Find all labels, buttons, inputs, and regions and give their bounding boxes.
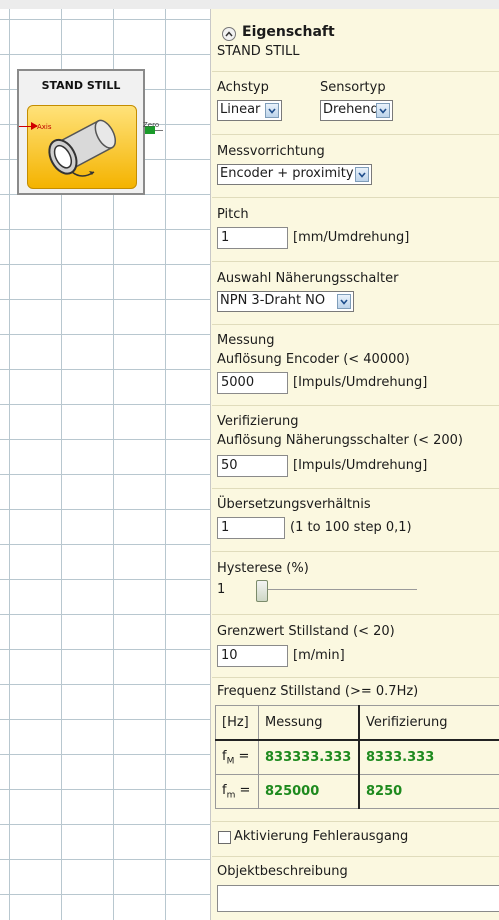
fehlerausgang-label: Aktivierung Fehlerausgang <box>234 829 409 844</box>
naeherung-select[interactable]: NPN 3-Draht NO <box>217 291 354 312</box>
panel-header: Eigenschaft <box>242 24 335 40</box>
achstyp-select[interactable]: Linear <box>217 100 282 121</box>
objekt-label: Objektbeschreibung <box>217 864 348 879</box>
table-header-messung: Messung <box>258 705 360 741</box>
collapse-button[interactable] <box>222 27 236 41</box>
divider <box>212 551 499 552</box>
pitch-label: Pitch <box>217 207 249 222</box>
zero-output-label: Zero <box>143 121 160 129</box>
sensortyp-value: Drehend <box>323 102 379 117</box>
achstyp-value: Linear <box>220 102 261 117</box>
messvorrichtung-label: Messvorrichtung <box>217 144 325 159</box>
messung-label: Messung <box>217 333 275 348</box>
divider <box>212 134 499 135</box>
block-title: STAND STILL <box>41 79 121 92</box>
cylinder-icon <box>48 119 117 177</box>
naeherung-res-input[interactable]: 50 <box>217 455 288 477</box>
divider <box>212 677 499 678</box>
hysterese-label: Hysterese (%) <box>217 561 309 576</box>
chevron-down-icon[interactable] <box>337 294 351 309</box>
f-min-messung: 825000 <box>258 774 360 809</box>
encoder-input[interactable]: 5000 <box>217 372 288 394</box>
f-min-label: fm = <box>215 774 259 809</box>
grenzwert-unit: [m/min] <box>293 648 345 663</box>
divider <box>212 197 499 198</box>
chevron-down-icon[interactable] <box>376 103 390 118</box>
fehlerausgang-checkbox[interactable] <box>218 831 231 844</box>
f-max-verifizierung: 8333.333 <box>358 739 499 775</box>
chevron-down-icon[interactable] <box>355 167 369 182</box>
table-row: fm = 825000 8250 <box>215 774 499 809</box>
divider <box>212 71 499 72</box>
messvorrichtung-value: Encoder + proximity <box>220 166 354 181</box>
divider <box>212 488 499 489</box>
uebersetzung-input[interactable]: 1 <box>217 517 285 539</box>
table-header-hz: [Hz] <box>215 705 259 741</box>
chevron-up-icon <box>225 31 233 37</box>
table-header-verifizierung: Verifizierung <box>358 705 499 741</box>
divider <box>212 856 499 857</box>
frequenz-label: Frequenz Stillstand (>= 0.7Hz) <box>217 684 419 699</box>
uebersetzung-unit: (1 to 100 step 0,1) <box>290 520 412 535</box>
objekt-textarea[interactable] <box>217 885 499 912</box>
hysterese-slider-track[interactable] <box>262 589 417 590</box>
axis-input-label: Axis <box>37 123 52 131</box>
encoder-label: Auflösung Encoder (< 40000) <box>217 352 410 367</box>
divider <box>212 614 499 615</box>
table-row: fM = 833333.333 8333.333 <box>215 739 499 775</box>
divider <box>212 821 499 822</box>
zero-output-line <box>155 130 163 131</box>
divider <box>212 324 499 325</box>
naeherung-label: Auswahl Näherungsschalter <box>217 271 399 286</box>
pitch-unit: [mm/Umdrehung] <box>293 230 410 245</box>
stand-still-block[interactable]: STAND STILL Axis Zero <box>17 69 163 195</box>
design-canvas[interactable]: STAND STILL Axis Zero <box>0 9 210 920</box>
f-min-verifizierung: 8250 <box>358 774 499 809</box>
panel-subtitle: STAND STILL <box>217 44 300 59</box>
verifizierung-label: Verifizierung <box>217 414 299 429</box>
divider <box>212 261 499 262</box>
grenzwert-input[interactable]: 10 <box>217 645 288 667</box>
grenzwert-label: Grenzwert Stillstand (< 20) <box>217 624 395 639</box>
encoder-unit: [Impuls/Umdrehung] <box>293 375 428 390</box>
block-body <box>27 105 137 189</box>
uebersetzung-label: Übersetzungsverhältnis <box>217 497 371 512</box>
sensortyp-label: Sensortyp <box>320 80 386 95</box>
naeherung-res-label: Auflösung Näherungsschalter (< 200) <box>217 433 463 448</box>
hysterese-value: 1 <box>217 582 226 597</box>
hysterese-slider-thumb[interactable] <box>256 580 268 602</box>
chevron-down-icon[interactable] <box>265 103 279 118</box>
achstyp-label: Achstyp <box>217 80 269 95</box>
table-header-row: [Hz] Messung Verifizierung <box>215 705 499 741</box>
top-strip <box>0 0 499 9</box>
pitch-input[interactable]: 1 <box>217 227 288 249</box>
divider <box>212 405 499 406</box>
f-max-messung: 833333.333 <box>258 739 360 775</box>
f-max-label: fM = <box>215 739 259 775</box>
naeherung-res-unit: [Impuls/Umdrehung] <box>293 458 428 473</box>
naeherung-value: NPN 3-Draht NO <box>220 293 326 308</box>
frequency-table: [Hz] Messung Verifizierung fM = 833333.3… <box>215 705 499 809</box>
messvorrichtung-select[interactable]: Encoder + proximity <box>217 164 372 185</box>
sensortyp-select[interactable]: Drehend <box>320 100 393 121</box>
